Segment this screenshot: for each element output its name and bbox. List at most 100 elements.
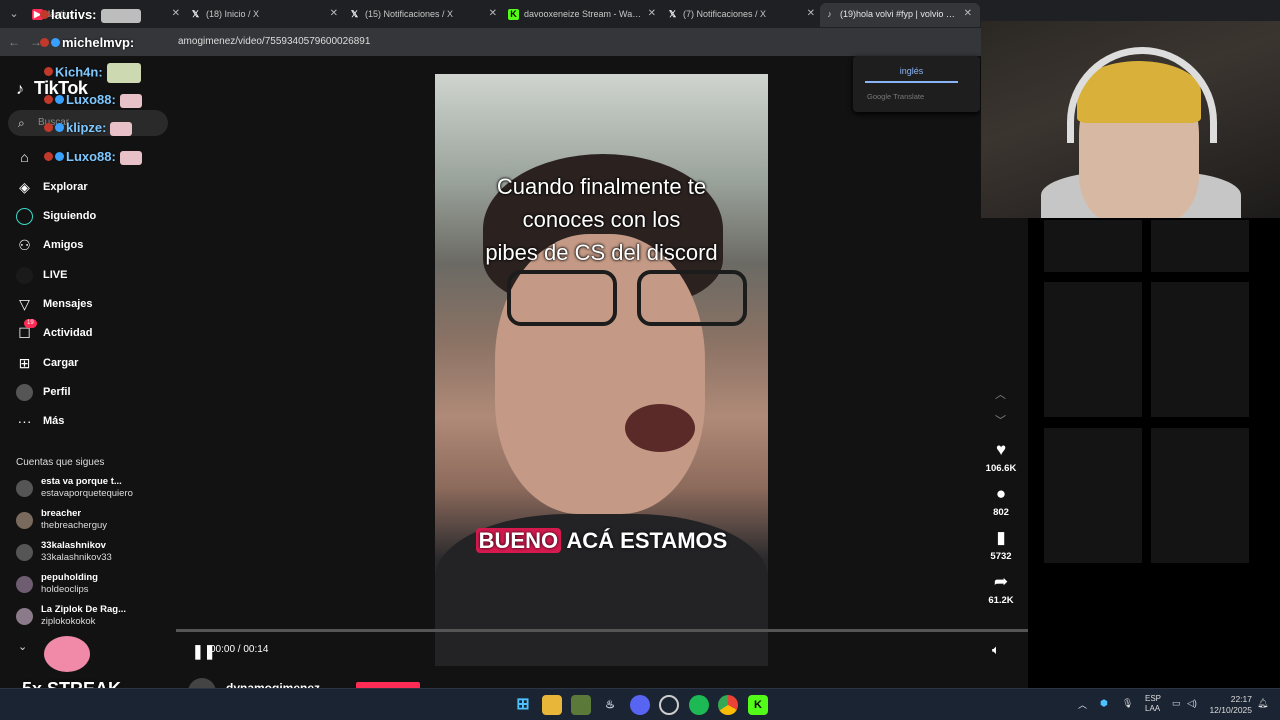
nav-item-siguiendo[interactable]: Siguiendo <box>16 206 166 228</box>
chat-message: klipze: <box>44 120 133 138</box>
nav-item-cargar[interactable]: ⊞ Cargar <box>16 353 166 375</box>
subtitle-highlight: BUENO <box>475 528 562 553</box>
tab-title: davooxeneize Stream - Watch Li <box>524 9 642 19</box>
chat-badge-icon <box>44 95 53 104</box>
network-icon[interactable]: ▭ <box>1172 698 1181 709</box>
tab-search-chevron-icon[interactable]: ⌄ <box>4 4 24 24</box>
minecraft-icon[interactable] <box>571 695 591 715</box>
more-dots-icon: ··· <box>17 413 32 429</box>
video-time: 00:00 / 00:14 <box>210 644 269 655</box>
browser-tab[interactable]: K davooxeneize Stream - Watch Li ✕ <box>504 3 664 27</box>
chat-message: Luxo88: <box>44 149 142 167</box>
nav-item-amigos[interactable]: ⚇ Amigos <box>16 235 166 257</box>
chat-user: Kich4n: <box>55 64 103 80</box>
close-tab-icon[interactable]: ✕ <box>489 3 497 25</box>
video-progress-bar[interactable] <box>176 629 1028 632</box>
video-thumbnail[interactable] <box>1151 428 1249 563</box>
tab-title: (15) Notificaciones / X <box>365 9 454 19</box>
tab-title: (7) Notificaciones / X <box>683 9 767 19</box>
nav-item-live[interactable]: LIVE <box>16 265 166 287</box>
nav-label: Amigos <box>43 239 84 251</box>
spotify-icon[interactable] <box>689 695 709 715</box>
comment-action[interactable]: ● 802 <box>976 484 1026 518</box>
nav-item-perfil[interactable]: Perfil <box>16 382 166 404</box>
chat-badge-icon <box>55 152 64 161</box>
video-subtitle: BUENO ACÁ ESTAMOS <box>435 528 768 554</box>
clock-time: 22:17 <box>1230 694 1252 704</box>
close-tab-icon[interactable]: ✕ <box>648 3 656 25</box>
notification-bell-icon[interactable]: 🔔︎ <box>1257 698 1268 709</box>
close-tab-icon[interactable]: ✕ <box>807 3 815 25</box>
chat-user: michelmvp: <box>62 35 135 50</box>
avatar <box>16 576 33 593</box>
tray-overflow-chevron-icon[interactable]: ︿ <box>1078 698 1087 711</box>
next-video-chevron-icon[interactable]: ﹀ <box>995 412 1006 428</box>
chat-emote <box>100 8 141 23</box>
browser-tab-active[interactable]: ♪ (19)hola volvi #fyp | volvio ariel ✕ <box>820 3 980 27</box>
close-tab-icon[interactable]: ✕ <box>172 3 180 25</box>
nav-label: Explorar <box>43 181 88 193</box>
followed-account[interactable]: La Ziplok De Rag... ziplokokokok <box>16 604 166 632</box>
tray-shield-icon[interactable]: ⬢ <box>1100 698 1108 709</box>
nav-item-explorar[interactable]: ◈ Explorar <box>16 177 166 199</box>
nav-label: Cargar <box>43 357 79 369</box>
speaker-icon[interactable]: ◁) <box>1187 698 1197 709</box>
close-tab-icon[interactable]: ✕ <box>330 3 338 25</box>
account-handle: holdeoclips <box>41 584 89 595</box>
video-thumbnail[interactable] <box>1151 220 1249 272</box>
followed-account[interactable]: esta va porque t... estavaporquetequiero <box>16 476 166 504</box>
chat-message: lautivs: <box>40 7 141 25</box>
chat-user: Luxo88: <box>66 149 116 164</box>
discord-icon[interactable] <box>630 695 650 715</box>
chrome-icon[interactable] <box>718 695 738 715</box>
nav-item-mensajes[interactable]: ▽ Mensajes <box>16 294 166 316</box>
volume-icon[interactable]: 🔈︎ <box>992 642 1000 658</box>
windows-start-icon[interactable]: ⊞ <box>513 695 533 715</box>
chat-badge-icon <box>44 67 53 77</box>
nav-item-mas[interactable]: ··· Más <box>16 411 166 433</box>
x-icon: 𝕏 <box>350 9 359 19</box>
show-more-chevron-icon[interactable]: ⌄ <box>18 640 27 653</box>
video-person-glasses <box>507 270 747 326</box>
browser-tab[interactable]: 𝕏 (7) Notificaciones / X ✕ <box>663 3 823 27</box>
microphone-icon[interactable]: 🎙︎ <box>1122 698 1133 709</box>
translate-language-tab[interactable]: inglés <box>865 66 958 83</box>
save-action[interactable]: ▮ 5732 <box>976 528 1026 562</box>
like-action[interactable]: ♥ 106.6K <box>976 440 1026 474</box>
comment-count: 802 <box>993 507 1009 518</box>
close-tab-icon[interactable]: ✕ <box>964 3 972 25</box>
video-thumbnail[interactable] <box>1151 282 1249 417</box>
nav-item-actividad[interactable]: ☐ 19 Actividad <box>16 319 166 345</box>
language-indicator[interactable]: ESP LAA <box>1145 694 1161 714</box>
browser-tab[interactable]: 𝕏 (15) Notificaciones / X ✕ <box>345 3 505 27</box>
kick-app-icon[interactable]: K <box>748 695 768 715</box>
nav-label: Siguiendo <box>43 210 97 222</box>
tiktok-logo-icon: ♪ <box>16 81 24 98</box>
browser-tab[interactable]: 𝕏 (18) Inicio / X ✕ <box>186 3 346 27</box>
tiktok-icon: ♪ <box>827 9 832 19</box>
chat-message: michelmvp: <box>40 35 134 53</box>
video-thumbnail[interactable] <box>1044 282 1142 417</box>
followed-account[interactable]: 33kalashnikov 33kalashnikov33 <box>16 540 166 568</box>
share-arrow-icon: ➦ <box>993 572 1009 591</box>
video-person-mouth <box>625 404 695 452</box>
back-arrow-icon[interactable]: ← <box>6 34 22 50</box>
account-name: esta va porque t... <box>41 476 122 487</box>
chat-emote <box>106 63 141 83</box>
video-thumbnail[interactable] <box>1044 220 1142 272</box>
url-field[interactable]: amogimenez/video/7559340579600026891 <box>178 36 370 47</box>
followed-account[interactable]: pepuholding holdeoclips <box>16 572 166 600</box>
video-frame[interactable]: Cuando finalmente te conoces con los pib… <box>435 74 768 666</box>
share-action[interactable]: ➦ 61.2K <box>976 572 1026 606</box>
previous-video-chevron-icon[interactable]: ︿ <box>995 386 1006 402</box>
file-explorer-icon[interactable] <box>542 695 562 715</box>
video-thumbnail[interactable] <box>1044 428 1142 563</box>
keyboard-layout: LAA <box>1145 704 1161 713</box>
followed-account[interactable]: breacher thebreacherguy <box>16 508 166 536</box>
share-count: 61.2K <box>988 595 1014 606</box>
steam-icon[interactable]: ♨ <box>600 695 620 715</box>
obs-icon[interactable] <box>659 695 679 715</box>
system-clock[interactable]: 22:17 12/10/2025 <box>1206 694 1252 716</box>
clock-date: 12/10/2025 <box>1209 705 1252 715</box>
streak-mascot-icon <box>44 636 90 672</box>
